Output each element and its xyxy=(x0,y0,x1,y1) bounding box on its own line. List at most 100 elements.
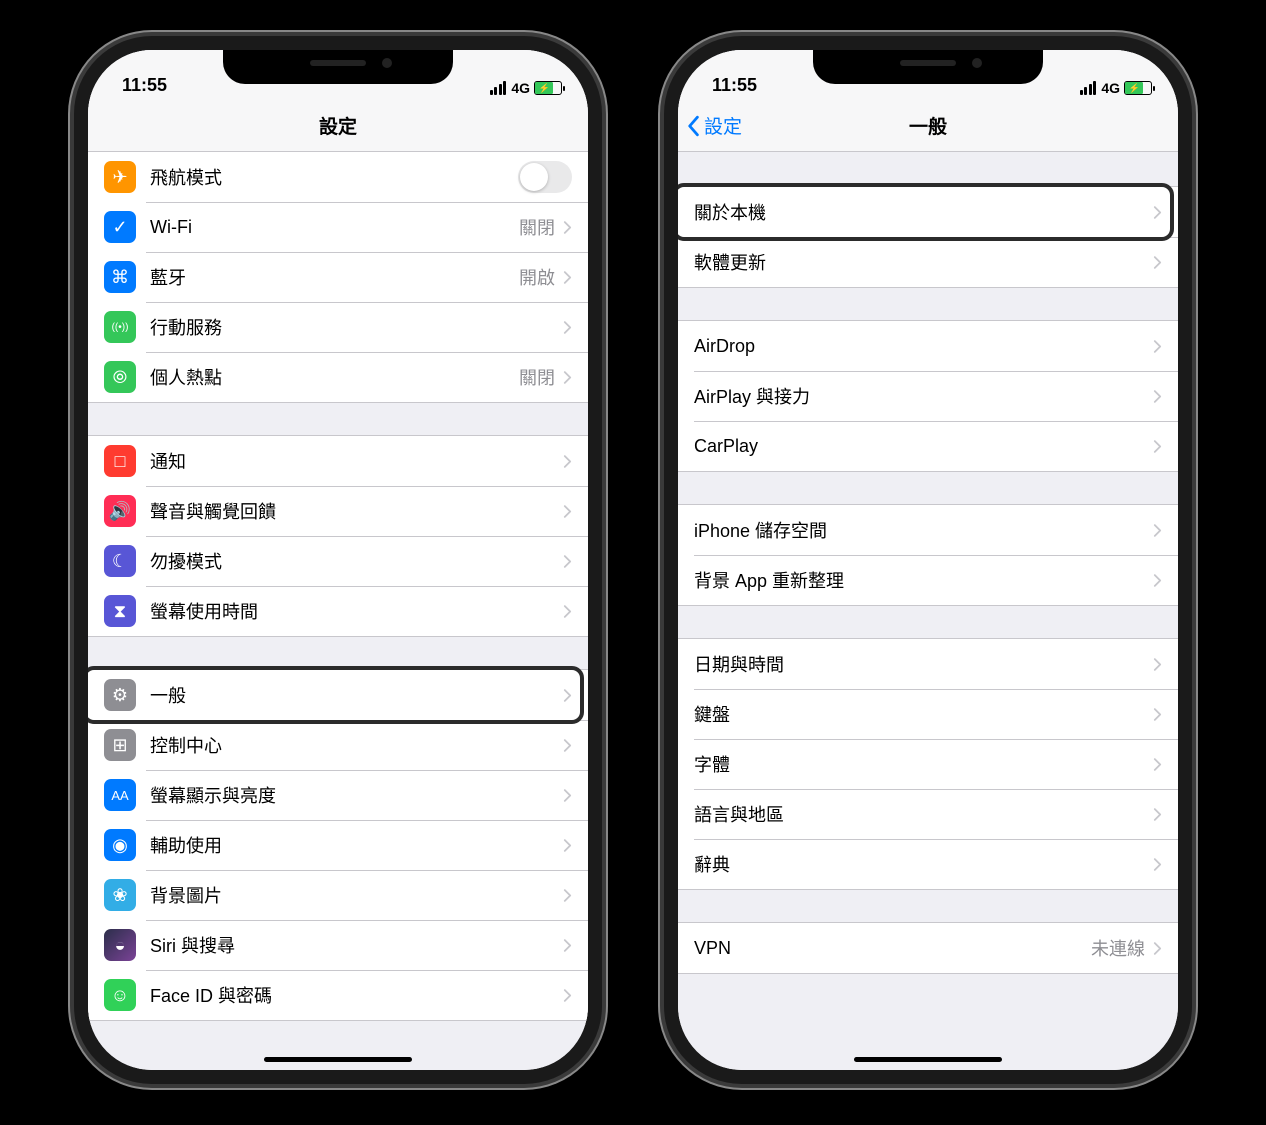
chevron-right-icon xyxy=(563,370,572,385)
row-控制中心[interactable]: ⊞ 控制中心 xyxy=(88,720,588,770)
phone-left: 11:55 4G ⚡ 設定 ✈飛航模式✓Wi-Fi關閉⌘藍牙開啟((•))行動服… xyxy=(88,50,588,1070)
row-label: 鍵盤 xyxy=(694,701,1153,727)
row-軟體更新[interactable]: 軟體更新 xyxy=(678,237,1178,287)
row-label: 藍牙 xyxy=(150,264,519,290)
home-indicator[interactable] xyxy=(264,1057,412,1062)
row-label: 飛航模式 xyxy=(150,164,518,190)
toggle-switch[interactable] xyxy=(518,161,572,193)
row-label: AirDrop xyxy=(694,336,1153,357)
row-detail: 關閉 xyxy=(519,364,555,390)
row-label: 字體 xyxy=(694,751,1153,777)
control-center-icon: ⊞ xyxy=(104,729,136,761)
airplane-icon: ✈ xyxy=(104,161,136,193)
chevron-right-icon xyxy=(1153,941,1162,956)
phone-right: 11:55 4G ⚡ 設定 一般 關於本機軟體更新AirDropAirPlay … xyxy=(678,50,1178,1070)
row-行動服務[interactable]: ((•)) 行動服務 xyxy=(88,302,588,352)
chevron-right-icon xyxy=(563,270,572,285)
row-背景 App 重新整理[interactable]: 背景 App 重新整理 xyxy=(678,555,1178,605)
hotspot-icon: ⦾ xyxy=(104,361,136,393)
chevron-right-icon xyxy=(1153,657,1162,672)
row-Face ID 與密碼[interactable]: ☺Face ID 與密碼 xyxy=(88,970,588,1020)
chevron-right-icon xyxy=(563,554,572,569)
row-飛航模式[interactable]: ✈ 飛航模式 xyxy=(88,152,588,202)
row-detail: 未連線 xyxy=(1091,935,1145,961)
row-一般[interactable]: ⚙ 一般 xyxy=(88,670,588,720)
chevron-right-icon xyxy=(563,738,572,753)
chevron-right-icon xyxy=(563,788,572,803)
chevron-right-icon xyxy=(1153,339,1162,354)
row-日期與時間[interactable]: 日期與時間 xyxy=(678,639,1178,689)
battery-icon: ⚡ xyxy=(1124,81,1152,95)
chevron-right-icon xyxy=(563,320,572,335)
row-鍵盤[interactable]: 鍵盤 xyxy=(678,689,1178,739)
row-關於本機[interactable]: 關於本機 xyxy=(678,187,1178,237)
row-label: 通知 xyxy=(150,448,563,474)
row-label: 背景 App 重新整理 xyxy=(694,567,1153,593)
network-label: 4G xyxy=(1101,80,1120,96)
dnd-icon: ☾ xyxy=(104,545,136,577)
row-螢幕使用時間[interactable]: ⧗螢幕使用時間 xyxy=(88,586,588,636)
chevron-right-icon xyxy=(1153,857,1162,872)
bluetooth-icon: ⌘ xyxy=(104,261,136,293)
row-label: CarPlay xyxy=(694,436,1153,457)
row-AirDrop[interactable]: AirDrop xyxy=(678,321,1178,371)
row-label: 一般 xyxy=(150,682,563,708)
accessibility-icon: ◉ xyxy=(104,829,136,861)
chevron-right-icon xyxy=(1153,573,1162,588)
chevron-right-icon xyxy=(563,604,572,619)
row-勿擾模式[interactable]: ☾勿擾模式 xyxy=(88,536,588,586)
chevron-right-icon xyxy=(1153,255,1162,270)
row-label: 螢幕使用時間 xyxy=(150,598,563,624)
cellular-icon: ((•)) xyxy=(104,311,136,343)
chevron-right-icon xyxy=(563,220,572,235)
chevron-right-icon xyxy=(563,938,572,953)
general-list[interactable]: 關於本機軟體更新 AirDrop AirPlay 與接力 CarPlay iPhone … xyxy=(678,152,1178,1070)
row-VPN[interactable]: VPN未連線 xyxy=(678,923,1178,973)
row-辭典[interactable]: 辭典 xyxy=(678,839,1178,889)
settings-list[interactable]: ✈飛航模式✓Wi-Fi關閉⌘藍牙開啟((•))行動服務⦾個人熱點關閉□通知🔊聲音… xyxy=(88,152,588,1070)
row-iPhone 儲存空間[interactable]: iPhone 儲存空間 xyxy=(678,505,1178,555)
row-label: 日期與時間 xyxy=(694,651,1153,677)
chevron-right-icon xyxy=(1153,523,1162,538)
row-語言與地區[interactable]: 語言與地區 xyxy=(678,789,1178,839)
display-icon: AA xyxy=(104,779,136,811)
general-icon: ⚙ xyxy=(104,679,136,711)
home-indicator[interactable] xyxy=(854,1057,1002,1062)
row-label: 行動服務 xyxy=(150,314,563,340)
row-label: 控制中心 xyxy=(150,732,563,758)
chevron-right-icon xyxy=(1153,807,1162,822)
row-Wi-Fi[interactable]: ✓Wi-Fi關閉 xyxy=(88,202,588,252)
row-CarPlay[interactable]: CarPlay xyxy=(678,421,1178,471)
row-label: 聲音與觸覺回饋 xyxy=(150,498,563,524)
screen-general: 11:55 4G ⚡ 設定 一般 關於本機軟體更新AirDropAirPlay … xyxy=(678,50,1178,1070)
row-label: 關於本機 xyxy=(694,199,1153,225)
chevron-right-icon xyxy=(1153,757,1162,772)
row-個人熱點[interactable]: ⦾個人熱點關閉 xyxy=(88,352,588,402)
row-AirPlay 與接力[interactable]: AirPlay 與接力 xyxy=(678,371,1178,421)
row-label: 軟體更新 xyxy=(694,249,1153,275)
row-藍牙[interactable]: ⌘藍牙開啟 xyxy=(88,252,588,302)
row-聲音與觸覺回饋[interactable]: 🔊 聲音與觸覺回饋 xyxy=(88,486,588,536)
row-背景圖片[interactable]: ❀背景圖片 xyxy=(88,870,588,920)
back-button[interactable]: 設定 xyxy=(686,100,742,151)
row-label: 語言與地區 xyxy=(694,801,1153,827)
wifi-icon: ✓ xyxy=(104,211,136,243)
page-title: 一般 xyxy=(909,112,947,139)
row-通知[interactable]: □ 通知 xyxy=(88,436,588,486)
row-label: 輔助使用 xyxy=(150,832,563,858)
chevron-right-icon xyxy=(563,454,572,469)
notch xyxy=(223,50,453,84)
row-輔助使用[interactable]: ◉ 輔助使用 xyxy=(88,820,588,870)
navbar-settings: 設定 xyxy=(88,100,588,152)
notifications-icon: □ xyxy=(104,445,136,477)
sounds-icon: 🔊 xyxy=(104,495,136,527)
screen-settings: 11:55 4G ⚡ 設定 ✈飛航模式✓Wi-Fi關閉⌘藍牙開啟((•))行動服… xyxy=(88,50,588,1070)
faceid-icon: ☺ xyxy=(104,979,136,1011)
row-label: Siri 與搜尋 xyxy=(150,932,563,958)
status-right: 4G ⚡ xyxy=(1080,80,1152,96)
signal-icon xyxy=(1080,81,1097,95)
row-字體[interactable]: 字體 xyxy=(678,739,1178,789)
battery-icon: ⚡ xyxy=(534,81,562,95)
row-螢幕顯示與亮度[interactable]: AA螢幕顯示與亮度 xyxy=(88,770,588,820)
row-Siri 與搜尋[interactable]: ◒Siri 與搜尋 xyxy=(88,920,588,970)
